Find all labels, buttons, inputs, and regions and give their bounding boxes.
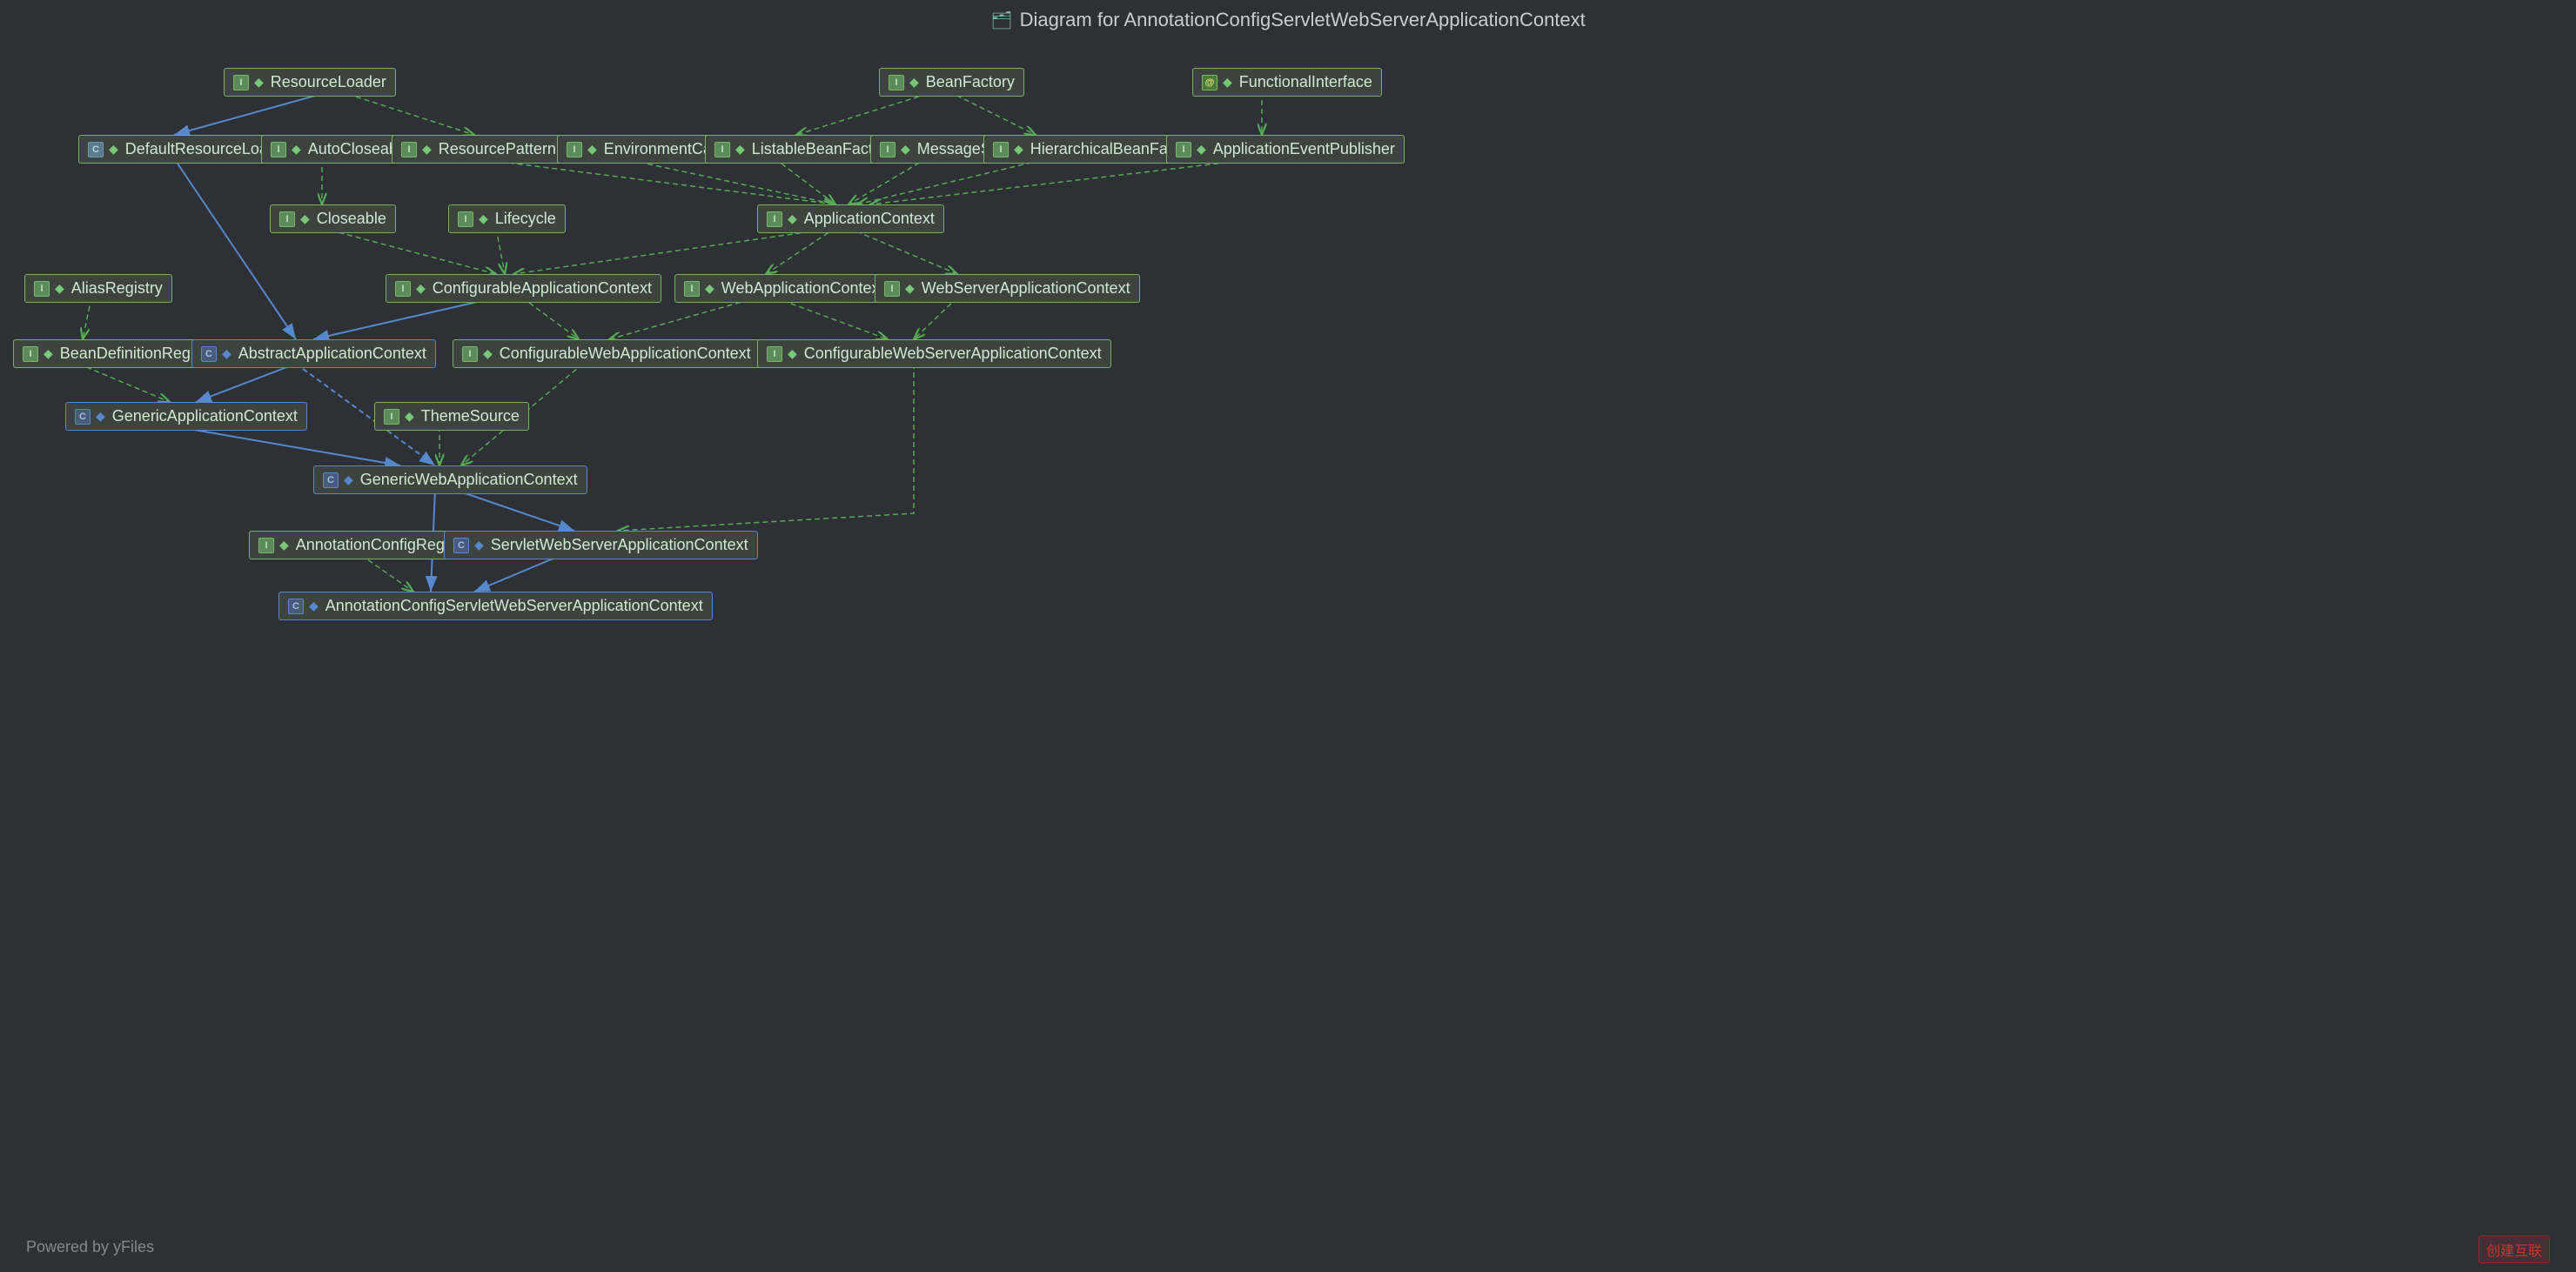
node-label: BeanFactory [926,73,1015,91]
node-label: AliasRegistry [71,279,163,298]
node-ConfigurableApplicationContext[interactable]: I ◆ ConfigurableApplicationContext [386,274,661,303]
node-ServletWebServerApplicationContext[interactable]: C ◆ ServletWebServerApplicationContext [444,531,758,559]
interface-icon: I [1176,142,1191,157]
interface-icon: I [567,142,582,157]
node-label: WebServerApplicationContext [922,279,1130,298]
node-GenericApplicationContext[interactable]: C ◆ GenericApplicationContext [65,402,307,431]
node-FunctionalInterface[interactable]: @ ◆ FunctionalInterface [1192,68,1382,97]
node-label: GenericApplicationContext [112,407,298,425]
interface-icon: I [279,211,295,227]
node-label: ApplicationEventPublisher [1213,140,1395,158]
interface-icon: I [458,211,473,227]
interface-icon: I [884,281,900,297]
class-icon: C [453,538,469,553]
interface-icon: I [462,346,478,362]
watermark: 创建互联 [2479,1235,2550,1263]
node-label: ConfigurableWebApplicationContext [500,345,751,363]
node-ThemeSource[interactable]: I ◆ ThemeSource [374,402,529,431]
class-icon: C [201,346,217,362]
node-label: ThemeSource [421,407,520,425]
footer: Powered by yFiles [26,1238,154,1256]
interface-icon: I [880,142,896,157]
interface-icon: I [889,75,904,90]
interface-icon: I [714,142,730,157]
node-label: WebApplicationContext [721,279,884,298]
node-AnnotationConfigServletWebServerApplicationContext[interactable]: C ◆ AnnotationConfigServletWebServerAppl… [278,592,713,620]
watermark-text: 创建互联 [2486,1244,2542,1259]
interface-icon: I [23,346,38,362]
node-AliasRegistry[interactable]: I ◆ AliasRegistry [24,274,172,303]
node-Closeable[interactable]: I ◆ Closeable [270,204,396,233]
node-label: GenericWebApplicationContext [360,471,578,489]
node-GenericWebApplicationContext[interactable]: C ◆ GenericWebApplicationContext [313,465,587,494]
node-Lifecycle[interactable]: I ◆ Lifecycle [448,204,566,233]
interface-icon: I [34,281,50,297]
class-icon: C [323,472,339,488]
node-ResourceLoader[interactable]: I ◆ ResourceLoader [224,68,396,97]
node-WebApplicationContext[interactable]: I ◆ WebApplicationContext [674,274,894,303]
node-AbstractApplicationContext[interactable]: C ◆ AbstractApplicationContext [191,339,436,368]
node-label: ServletWebServerApplicationContext [491,536,748,554]
footer-text: Powered by yFiles [26,1238,154,1255]
class-icon: C [288,599,304,614]
node-label: ConfigurableApplicationContext [433,279,652,298]
node-label: Lifecycle [495,210,556,228]
node-label: FunctionalInterface [1239,73,1372,91]
node-ApplicationEventPublisher[interactable]: I ◆ ApplicationEventPublisher [1166,135,1405,164]
interface-icon: I [993,142,1009,157]
interface-icon: I [395,281,411,297]
node-ConfigurableWebServerApplicationContext[interactable]: I ◆ ConfigurableWebServerApplicationCont… [757,339,1111,368]
class-icon: C [75,409,91,425]
node-BeanFactory[interactable]: I ◆ BeanFactory [879,68,1024,97]
interface-icon: I [384,409,399,425]
interface-icon: I [767,211,782,227]
connections-svg [0,0,2576,1272]
node-label: AnnotationConfigServletWebServerApplicat… [325,597,703,615]
node-ConfigurableWebApplicationContext[interactable]: I ◆ ConfigurableWebApplicationContext [453,339,761,368]
class-icon: C [88,142,104,157]
node-label: ResourceLoader [271,73,386,91]
node-label: AbstractApplicationContext [238,345,426,363]
diagram-container: I ◆ ResourceLoader I ◆ BeanFactory @ ◆ F… [0,0,2576,1272]
interface-icon: I [258,538,274,553]
interface-icon: I [401,142,417,157]
interface-icon: I [271,142,286,157]
annotation-icon: @ [1202,75,1218,90]
node-label: ApplicationContext [804,210,935,228]
node-label: Closeable [317,210,386,228]
node-WebServerApplicationContext[interactable]: I ◆ WebServerApplicationContext [875,274,1140,303]
interface-icon: I [684,281,700,297]
interface-icon: I [233,75,249,90]
interface-icon: I [767,346,782,362]
node-label: ConfigurableWebServerApplicationContext [804,345,1102,363]
node-ApplicationContext[interactable]: I ◆ ApplicationContext [757,204,944,233]
